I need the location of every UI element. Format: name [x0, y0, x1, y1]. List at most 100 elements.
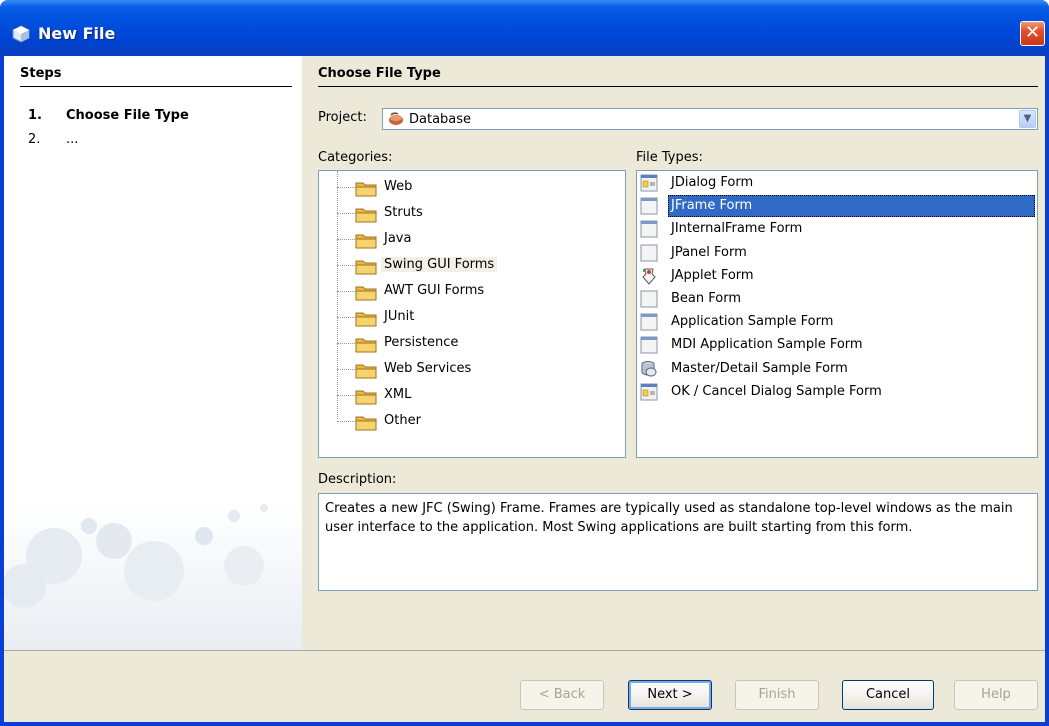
finish-button[interactable]: Finish: [735, 680, 819, 710]
step-number: 2.: [28, 132, 41, 147]
category-item[interactable]: Web Services: [319, 357, 519, 383]
project-select[interactable]: Database ▼: [382, 108, 1038, 130]
file-types-label: File Types:: [636, 150, 703, 165]
step-label: ...: [66, 132, 79, 147]
frame-form-icon: [640, 220, 658, 238]
window-title: New File: [38, 24, 116, 43]
tree-connector: [337, 317, 355, 318]
folder-icon: [355, 338, 377, 353]
tree-connector: [337, 265, 355, 266]
tree-connector: [337, 369, 355, 370]
chevron-down-icon[interactable]: ▼: [1019, 110, 1036, 128]
tree-connector: [337, 213, 355, 214]
category-item[interactable]: JUnit: [319, 305, 519, 331]
category-label: Struts: [384, 205, 423, 220]
category-label: Persistence: [384, 335, 459, 350]
description-text: Creates a new JFC (Swing) Frame. Frames …: [318, 493, 1038, 591]
frame-form-icon: [640, 336, 658, 354]
category-item[interactable]: Struts: [319, 201, 519, 227]
tree-connector: [337, 239, 355, 240]
tree-connector: [337, 395, 355, 396]
decorative-bubbles: [4, 504, 302, 650]
categories-label: Categories:: [318, 150, 393, 165]
panel-form-icon: [640, 290, 658, 308]
applet-form-icon: [642, 268, 656, 285]
category-label: Java: [384, 231, 412, 246]
category-item[interactable]: XML: [319, 383, 519, 409]
category-item[interactable]: AWT GUI Forms: [319, 279, 519, 305]
file-type-item[interactable]: Application Sample Form: [637, 311, 1036, 334]
file-type-label: JApplet Form: [671, 267, 754, 283]
file-types-list[interactable]: JDialog Form JFrame Form JInternalFrame Fo…: [636, 170, 1038, 458]
category-label: Other: [384, 413, 421, 428]
back-button[interactable]: < Back: [520, 680, 604, 710]
file-type-label: JDialog Form: [671, 175, 754, 190]
netbeans-cube-icon: [12, 25, 30, 43]
file-type-label: JPanel Form: [671, 244, 747, 260]
frame-form-icon: [640, 197, 658, 215]
help-button[interactable]: Help: [954, 680, 1038, 710]
new-file-dialog: New File ✕ Steps 1. Choose File Type 2. …: [0, 0, 1049, 726]
category-label: XML: [384, 387, 412, 402]
step-number: 1.: [28, 108, 42, 123]
panel-form-icon: [640, 244, 658, 262]
file-type-item[interactable]: Master/Detail Sample Form: [637, 358, 1036, 381]
file-type-item[interactable]: JFrame Form: [637, 195, 1036, 218]
folder-icon: [355, 390, 377, 405]
dialog-form-icon: [640, 383, 658, 401]
database-form-icon: [641, 360, 657, 377]
category-item[interactable]: Java: [319, 227, 519, 253]
file-type-label: OK / Cancel Dialog Sample Form: [671, 383, 882, 399]
step-label: Choose File Type: [66, 108, 189, 123]
folder-icon: [355, 234, 377, 249]
category-label: Swing GUI Forms: [381, 257, 498, 272]
tree-connector: [337, 343, 355, 344]
category-label: Web: [384, 179, 413, 194]
steps-divider: [20, 86, 292, 87]
file-type-item[interactable]: Bean Form: [637, 288, 1036, 311]
folder-icon: [355, 182, 377, 197]
description-label: Description:: [318, 472, 397, 487]
folder-icon: [355, 416, 377, 431]
dialog-body: Steps 1. Choose File Type 2. ... Choose …: [4, 56, 1045, 722]
category-item[interactable]: Web: [319, 175, 519, 201]
cancel-button[interactable]: Cancel: [842, 680, 934, 710]
tree-connector: [337, 291, 355, 292]
file-type-label: Master/Detail Sample Form: [671, 360, 848, 376]
category-label: AWT GUI Forms: [384, 283, 485, 298]
category-item[interactable]: Persistence: [319, 331, 519, 357]
file-type-item[interactable]: JInternalFrame Form: [637, 218, 1036, 241]
file-type-item[interactable]: JDialog Form: [637, 172, 1036, 195]
category-item[interactable]: Swing GUI Forms: [319, 253, 519, 279]
file-type-label: JInternalFrame Form: [671, 221, 803, 237]
folder-icon: [355, 208, 377, 223]
file-type-label: JFrame Form: [671, 198, 753, 214]
page-title: Choose File Type: [318, 66, 441, 81]
categories-tree[interactable]: Web Struts Java Swing GUI Forms AWT GUI Form…: [318, 170, 626, 458]
file-type-item[interactable]: MDI Application Sample Form: [637, 334, 1036, 357]
next-button[interactable]: Next >: [628, 680, 712, 710]
tree-connector: [337, 421, 355, 422]
project-label: Project:: [318, 110, 367, 125]
file-type-item[interactable]: OK / Cancel Dialog Sample Form: [637, 381, 1036, 404]
button-bar-divider: [4, 650, 1045, 651]
file-type-label: Bean Form: [671, 291, 742, 306]
close-button[interactable]: ✕: [1020, 21, 1045, 46]
title-bar[interactable]: New File ✕: [0, 0, 1049, 56]
category-item[interactable]: Other: [319, 409, 519, 435]
file-type-item[interactable]: JPanel Form: [637, 242, 1036, 265]
close-icon: ✕: [1024, 22, 1041, 43]
folder-icon: [355, 312, 377, 327]
folder-icon: [355, 364, 377, 379]
tree-connector: [337, 187, 355, 188]
dialog-form-icon: [640, 174, 658, 192]
folder-icon: [355, 286, 377, 301]
category-label: JUnit: [384, 309, 415, 324]
file-type-label: MDI Application Sample Form: [671, 337, 863, 353]
project-value: Database: [409, 112, 472, 127]
file-type-item[interactable]: JApplet Form: [637, 265, 1036, 288]
steps-panel: Steps 1. Choose File Type 2. ...: [4, 56, 302, 650]
title-divider: [318, 86, 1038, 87]
database-project-icon: [389, 112, 403, 125]
folder-icon: [355, 260, 377, 275]
